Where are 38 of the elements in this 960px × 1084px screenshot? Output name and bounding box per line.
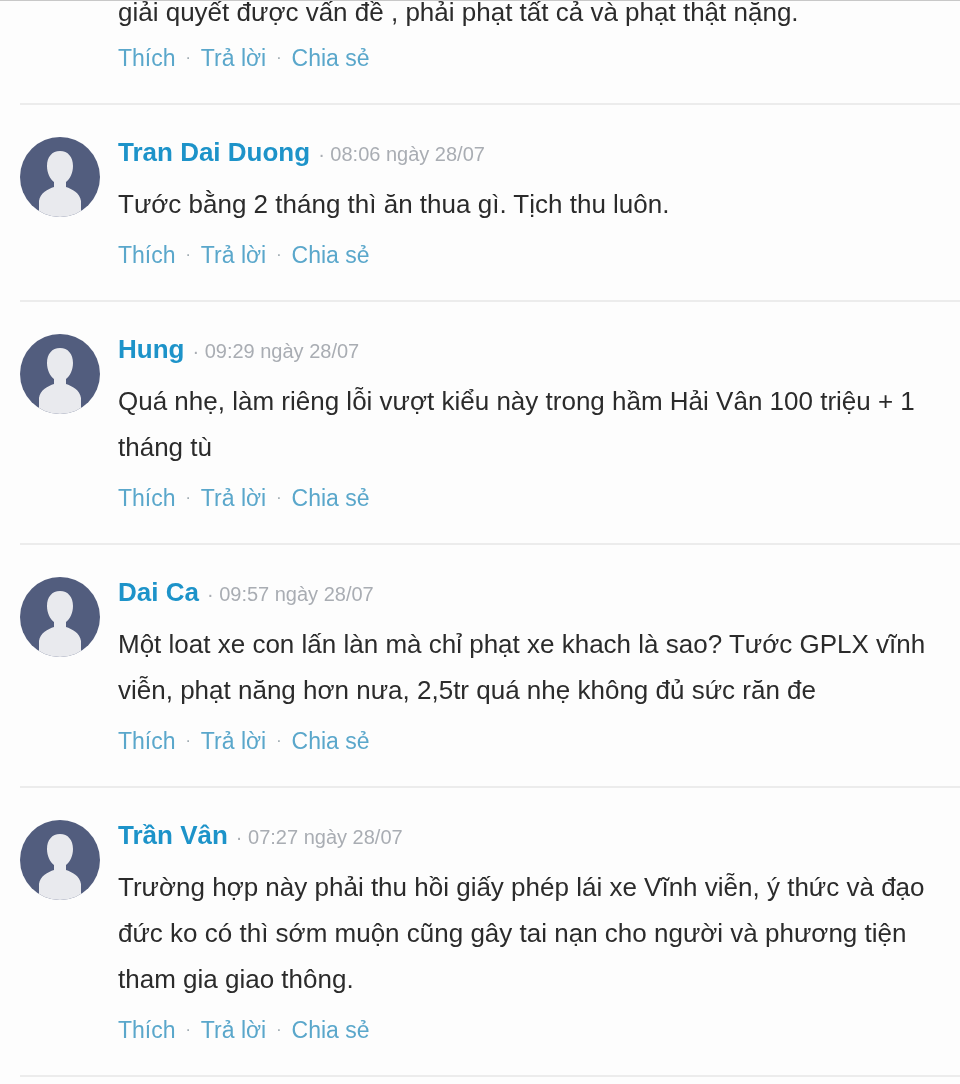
action-link[interactable]: Chia sẻ xyxy=(291,44,370,72)
author-name[interactable]: Trần Vân xyxy=(118,820,228,850)
author-name[interactable]: Hung xyxy=(118,334,185,364)
action-link[interactable]: Thích xyxy=(118,727,176,755)
action-link[interactable]: Trả lời xyxy=(200,241,267,269)
separator-dot: · xyxy=(276,49,282,67)
comment-time: · 09:57 ngày 28/07 xyxy=(206,582,374,607)
action-link[interactable]: Chia sẻ xyxy=(291,727,370,755)
comment-text: Quá nhẹ, làm riêng lỗi vượt kiểu này trong hầm Hải Vân 100 triệu + 1 tháng tù xyxy=(118,385,916,464)
action-link[interactable]: Thích xyxy=(118,241,176,269)
comment-time: · 07:27 ngày 28/07 xyxy=(235,825,403,850)
action-link[interactable]: Thích xyxy=(118,44,176,72)
separator-dot: · xyxy=(185,49,191,67)
separator-dot: · xyxy=(185,732,191,750)
comment-text: Tước bằng 2 tháng thì ăn thua gì. Tịch thu luôn. xyxy=(118,188,671,221)
comment-time: · 08:06 ngày 28/07 xyxy=(318,142,485,167)
action-link[interactable]: Thích xyxy=(118,484,176,512)
action-link[interactable]: Trả lời xyxy=(200,44,267,72)
author-name[interactable]: Tran Dai Duong xyxy=(118,137,311,167)
separator-dot: · xyxy=(276,1021,282,1039)
separator-dot: · xyxy=(185,1021,191,1039)
separator-dot: · xyxy=(185,489,191,507)
separator-dot: · xyxy=(276,489,282,507)
separator-dot: · xyxy=(276,732,282,750)
action-link[interactable]: Trả lời xyxy=(200,727,267,755)
separator-dot: · xyxy=(276,246,282,264)
action-link[interactable]: Chia sẻ xyxy=(291,241,370,269)
action-link[interactable]: Trả lời xyxy=(200,1016,267,1044)
comment-text: Một loat xe con lấn làn mà chỉ phạt xe khach là sao? Tước GPLX vĩnh viễn, phạt năng hơn nưa, 2,5tr quá nhẹ không đủ sức răn đe xyxy=(118,628,927,707)
action-link[interactable]: Thích xyxy=(118,1016,176,1044)
comment-text: Trường hợp này phải thu hồi giấy phép lái xe Vĩnh viễn, ý thức và đạo đức ko có thì sớm muộn cũng gây tai nạn cho người và phương tiện tham gia giao thông. xyxy=(118,871,926,996)
action-link[interactable]: Chia sẻ xyxy=(291,484,370,512)
action-link[interactable]: Chia sẻ xyxy=(291,1016,370,1044)
separator-dot: · xyxy=(185,246,191,264)
author-name[interactable]: Dai Ca xyxy=(118,577,199,607)
action-link[interactable]: Trả lời xyxy=(200,484,267,512)
comment-text: giải quyết được vấn đề , phải phạt tất cả và phạt thật nặng. xyxy=(118,1,800,25)
comment-time: · 09:29 ngày 28/07 xyxy=(192,339,360,364)
